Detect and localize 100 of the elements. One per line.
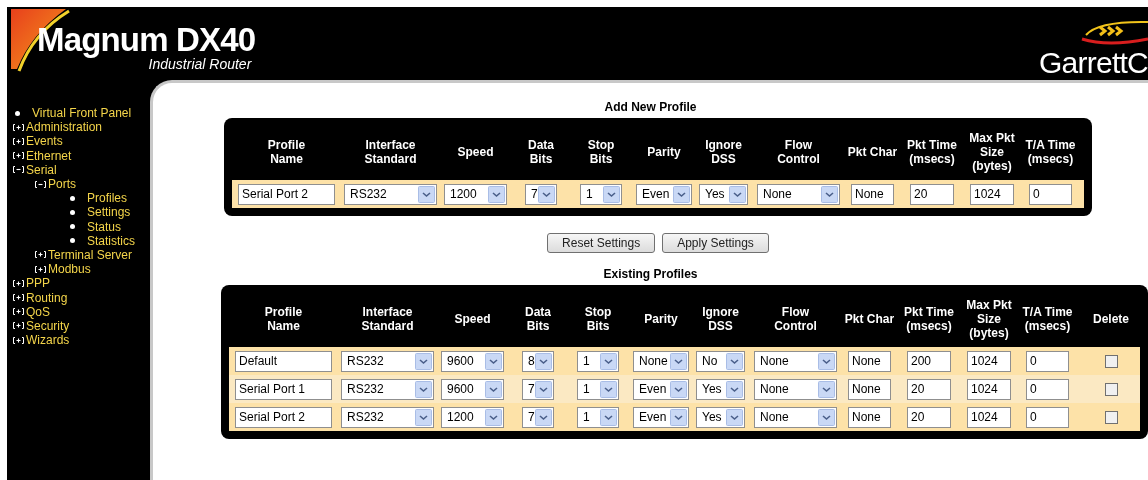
sidebar-link[interactable]: Administration <box>26 120 103 135</box>
action-button[interactable]: Reset Settings <box>547 233 656 253</box>
sidebar-link[interactable]: Settings <box>87 205 131 220</box>
dropdown[interactable]: No <box>696 350 745 372</box>
column-header: Data Bits <box>524 305 552 333</box>
column-header: T/A Time (msecs) <box>1021 305 1074 333</box>
text-field[interactable]: 1024 <box>967 378 1011 400</box>
text-field[interactable]: 20 <box>910 183 954 205</box>
delete-checkbox[interactable] <box>1104 382 1118 396</box>
dropdown[interactable]: None <box>754 406 837 428</box>
column-header: Parity <box>646 145 682 159</box>
bullet-icon <box>70 238 75 244</box>
expand-icon[interactable] <box>13 336 24 344</box>
text-field[interactable]: None <box>848 406 891 428</box>
collapse-icon[interactable] <box>35 180 46 188</box>
column-header: Max Pkt Size (bytes) <box>968 131 1016 173</box>
expand-icon[interactable] <box>13 294 24 302</box>
dropdown[interactable]: Even <box>636 183 692 205</box>
expand-icon[interactable] <box>35 265 46 273</box>
sidebar-link[interactable]: Serial <box>26 162 57 177</box>
section-title: Add New Profile <box>604 100 697 114</box>
dropdown[interactable]: Yes <box>696 378 745 400</box>
sidebar-link[interactable]: Ports <box>48 177 76 192</box>
text-field[interactable]: 20 <box>907 378 951 400</box>
sidebar-link[interactable]: Ethernet <box>26 148 72 163</box>
column-header: T/A Time (msecs) <box>1024 138 1077 166</box>
text-field[interactable]: None <box>851 183 894 205</box>
text-field[interactable]: None <box>848 350 891 372</box>
text-field[interactable]: Serial Port 2 <box>238 183 335 205</box>
expand-icon[interactable] <box>35 251 46 259</box>
dropdown[interactable]: Even <box>633 378 689 400</box>
dropdown[interactable]: RS232 <box>341 378 434 400</box>
dropdown[interactable]: 7 <box>522 406 554 428</box>
column-header: Ignore DSS <box>704 138 743 166</box>
action-button[interactable]: Apply Settings <box>662 233 769 253</box>
expand-icon[interactable] <box>13 152 24 160</box>
column-header: Speed <box>453 312 492 326</box>
dropdown[interactable]: 9600 <box>441 378 504 400</box>
sidebar-link[interactable]: QoS <box>26 304 50 319</box>
text-field[interactable]: 20 <box>907 406 951 428</box>
expand-icon[interactable] <box>13 322 24 330</box>
dropdown[interactable]: Yes <box>696 406 745 428</box>
sidebar-link[interactable]: Security <box>26 318 70 333</box>
column-header: Data Bits <box>527 138 555 166</box>
text-field[interactable]: 0 <box>1026 350 1069 372</box>
dropdown[interactable]: None <box>754 378 837 400</box>
text-field[interactable]: 0 <box>1026 406 1069 428</box>
dropdown[interactable]: 1 <box>577 350 619 372</box>
expand-icon[interactable] <box>13 123 24 131</box>
text-field[interactable]: 1024 <box>967 406 1011 428</box>
sidebar-link[interactable]: PPP <box>26 276 50 291</box>
sidebar-link[interactable]: Events <box>26 134 63 149</box>
dropdown[interactable]: 1200 <box>441 406 504 428</box>
dropdown[interactable]: RS232 <box>341 350 434 372</box>
dropdown[interactable]: RS232 <box>344 183 437 205</box>
dropdown[interactable]: Even <box>633 406 689 428</box>
text-field[interactable]: 200 <box>907 350 951 372</box>
sidebar-link[interactable]: Profiles <box>87 191 127 206</box>
dropdown[interactable]: 8 <box>522 350 554 372</box>
dropdown[interactable]: 1 <box>577 406 619 428</box>
sidebar-link[interactable]: Wizards <box>26 333 70 348</box>
dropdown[interactable]: None <box>754 350 837 372</box>
dropdown[interactable]: Yes <box>699 183 748 205</box>
sidebar-link[interactable]: Routing <box>26 290 68 305</box>
dropdown[interactable]: 1 <box>580 183 622 205</box>
column-header: Speed <box>456 145 495 159</box>
column-header: Flow Control <box>776 138 821 166</box>
column-header: Stop Bits <box>583 305 613 333</box>
text-field[interactable]: Default <box>235 350 332 372</box>
column-header: Max Pkt Size (bytes) <box>965 298 1013 340</box>
text-field[interactable]: Serial Port 2 <box>235 406 332 428</box>
text-field[interactable]: 0 <box>1026 378 1069 400</box>
section-title: Existing Profiles <box>603 267 698 281</box>
sidebar-link[interactable]: Terminal Server <box>48 247 133 262</box>
text-field[interactable]: 0 <box>1029 183 1072 205</box>
text-field[interactable]: 1024 <box>970 183 1014 205</box>
column-header: Delete <box>1092 312 1130 326</box>
sidebar-link[interactable]: Modbus <box>48 262 91 277</box>
delete-checkbox[interactable] <box>1104 354 1118 368</box>
delete-checkbox[interactable] <box>1104 410 1118 424</box>
dropdown[interactable]: 9600 <box>441 350 504 372</box>
sidebar-link[interactable]: Virtual Front Panel <box>32 106 132 121</box>
dropdown[interactable]: 1200 <box>444 183 507 205</box>
dropdown[interactable]: 1 <box>577 378 619 400</box>
dropdown[interactable]: RS232 <box>341 406 434 428</box>
collapse-icon[interactable] <box>13 166 24 174</box>
bullet-icon <box>70 195 75 201</box>
text-field[interactable]: None <box>848 378 891 400</box>
sidebar-link[interactable]: Statistics <box>87 233 135 248</box>
text-field[interactable]: 1024 <box>967 350 1011 372</box>
expand-icon[interactable] <box>13 308 24 316</box>
dropdown[interactable]: None <box>633 350 689 372</box>
expand-icon[interactable] <box>13 279 24 287</box>
dropdown[interactable]: 7 <box>522 378 554 400</box>
text-field[interactable]: Serial Port 1 <box>235 378 332 400</box>
dropdown[interactable]: 7 <box>525 183 557 205</box>
sidebar-link[interactable]: Status <box>87 219 122 234</box>
bullet-icon <box>70 224 75 230</box>
dropdown[interactable]: None <box>757 183 840 205</box>
expand-icon[interactable] <box>13 137 24 145</box>
